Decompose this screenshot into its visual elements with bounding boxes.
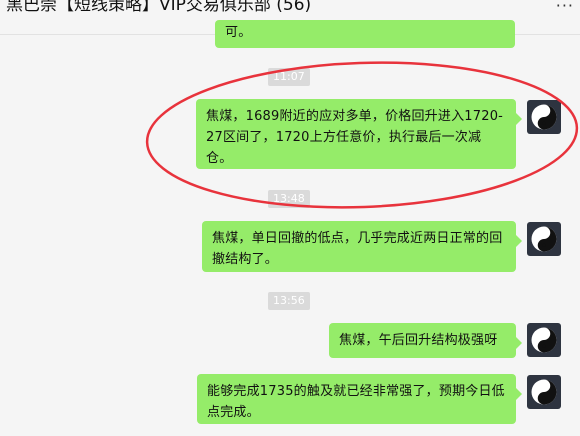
message-bubble[interactable]: 可。 [215, 20, 515, 48]
avatar[interactable] [527, 323, 561, 357]
chat-title: 黑巴崇【短线策略】VIP交易俱乐部 (56) [6, 0, 312, 15]
message-bubble[interactable]: 焦煤，1689附近的应对多单，价格回升进入1720-27区间了，1720上方任意… [196, 99, 522, 169]
avatar[interactable] [527, 100, 561, 134]
yin-yang-icon [531, 226, 557, 252]
avatar[interactable] [527, 375, 561, 409]
avatar[interactable] [527, 222, 561, 256]
message-bubble[interactable]: 焦煤，午后回升结构极强呀 [329, 323, 522, 358]
message-text: 焦煤，1689附近的应对多单，价格回升进入1720-27区间了，1720上方任意… [206, 109, 504, 166]
message-text: 焦煤，单日回撤的低点，几乎完成近两日正常的回撤结构了。 [212, 231, 503, 267]
message-bubble[interactable]: 能够完成1735的触及就已经非常强了，预期今日低点完成。 [197, 374, 522, 424]
message-bubble[interactable]: 焦煤，单日回撤的低点，几乎完成近两日正常的回撤结构了。 [202, 221, 522, 272]
yin-yang-icon [531, 327, 557, 353]
more-icon[interactable]: ··· [556, 0, 574, 15]
timestamp: 11:07 [268, 68, 310, 86]
message-text: 能够完成1735的触及就已经非常强了，预期今日低点完成。 [207, 384, 505, 420]
timestamp: 13:56 [268, 292, 310, 310]
yin-yang-icon [531, 379, 557, 405]
message-text: 可。 [225, 25, 252, 40]
timestamp: 13:48 [268, 190, 310, 208]
annotation-circle [145, 61, 579, 209]
yin-yang-icon [531, 104, 557, 130]
message-text: 焦煤，午后回升结构极强呀 [339, 333, 498, 348]
